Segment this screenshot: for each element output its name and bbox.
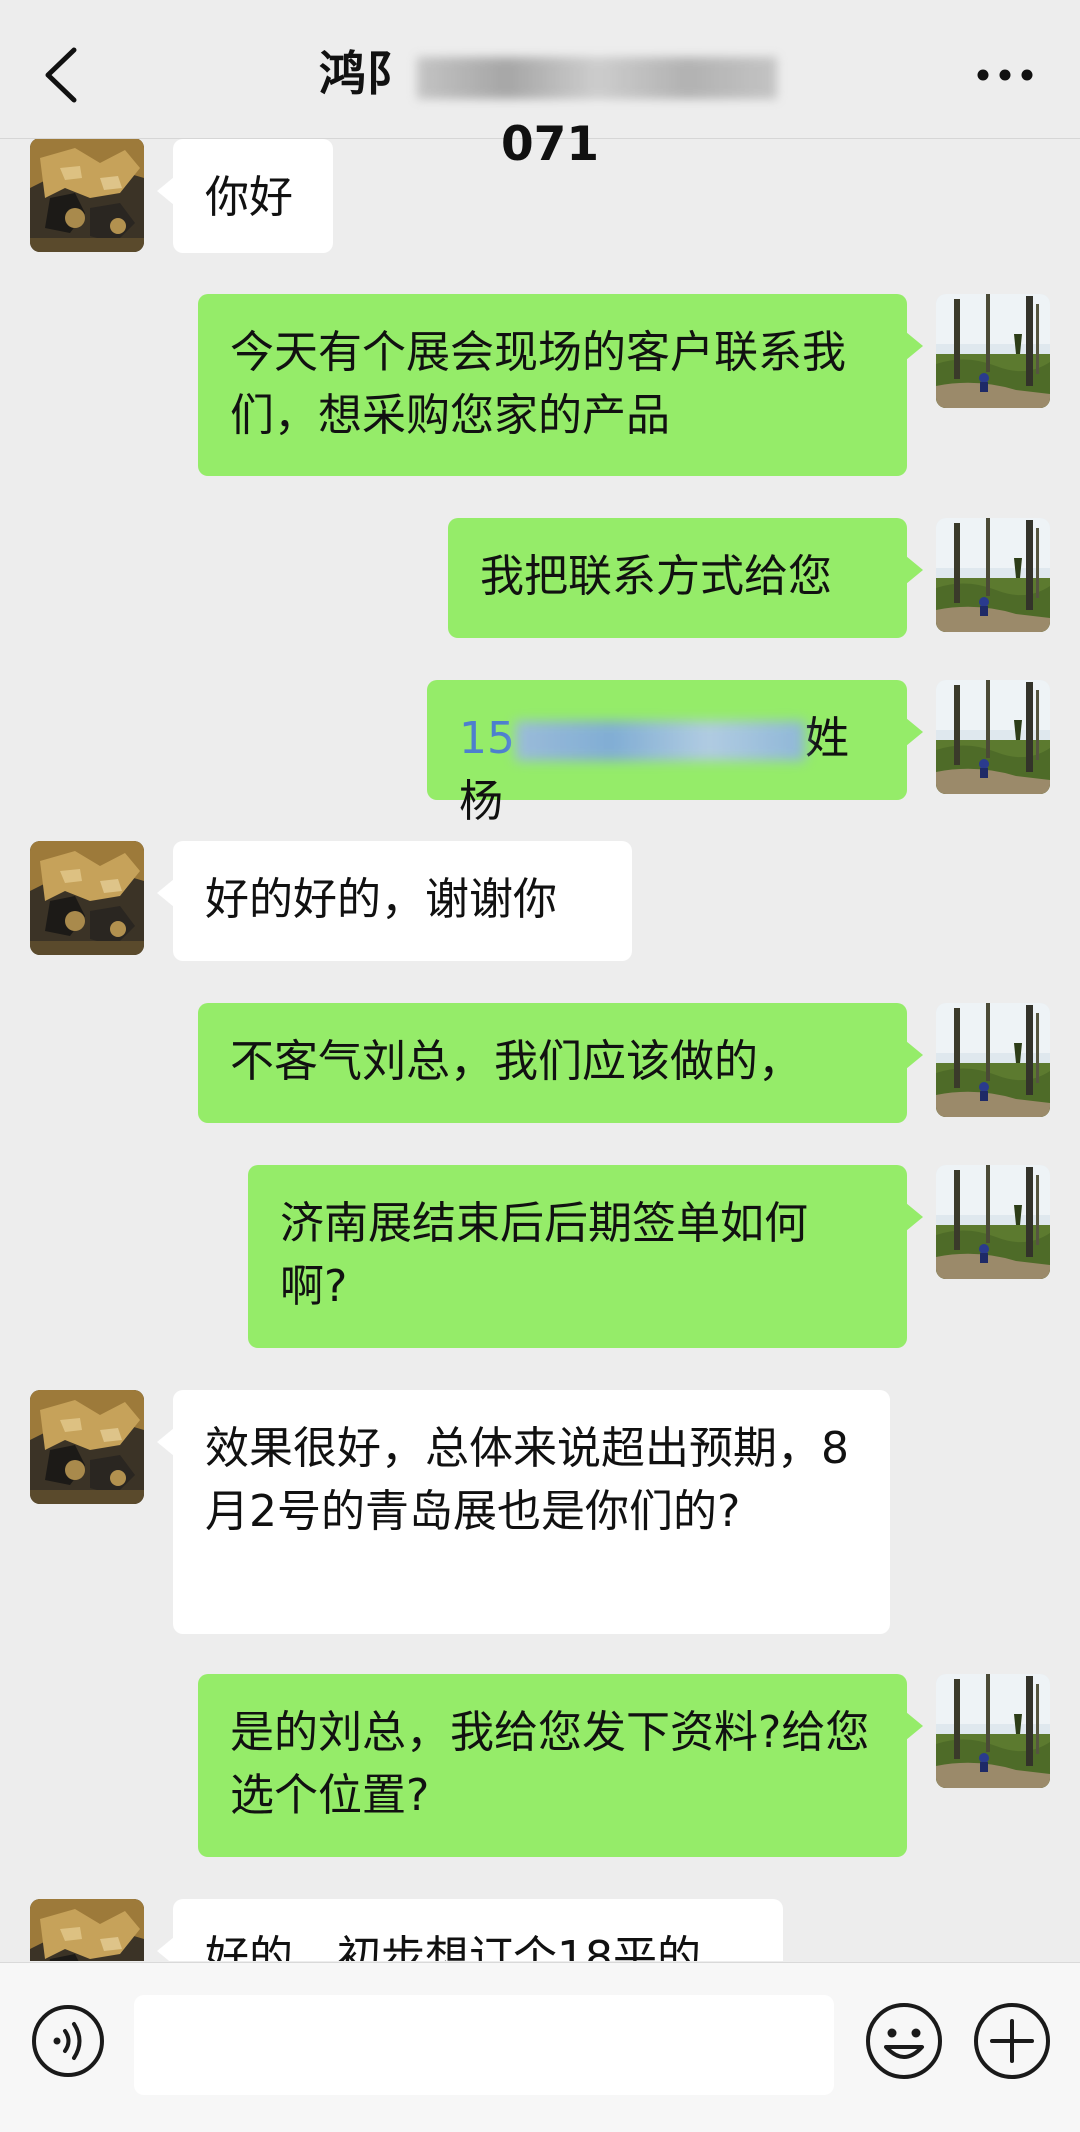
voice-icon[interactable] bbox=[30, 2003, 106, 2079]
message-incoming: 效果很好，总体来说超出预期，8月2号的青岛展也是你们的? bbox=[0, 1390, 1080, 1640]
message-bubble[interactable]: 济南展结束后后期签单如何啊? bbox=[248, 1165, 923, 1348]
chat-header: 鸿阝 071 bbox=[0, 0, 1080, 172]
chevron-left-icon[interactable] bbox=[36, 40, 86, 110]
phone-number-link[interactable]: 15 bbox=[459, 713, 515, 764]
message-incoming: 好的，初步想订个18平的 bbox=[0, 1899, 1080, 1961]
avatar[interactable] bbox=[936, 1003, 1050, 1117]
message-bubble[interactable]: 效果很好，总体来说超出预期，8月2号的青岛展也是你们的? bbox=[157, 1390, 890, 1634]
redacted-blur bbox=[515, 721, 805, 761]
message-outgoing: 今天有个展会现场的客户联系我们，想采购您家的产品 bbox=[0, 294, 1080, 479]
message-bubble[interactable]: 好的，初步想订个18平的 bbox=[157, 1899, 783, 1961]
message-outgoing: 不客气刘总，我们应该做的， bbox=[0, 1003, 1080, 1123]
chat-title-end: 071 bbox=[500, 117, 600, 172]
message-bubble[interactable]: 今天有个展会现场的客户联系我们，想采购您家的产品 bbox=[198, 294, 923, 476]
emoji-icon[interactable] bbox=[864, 2001, 944, 2081]
message-outgoing: 我把联系方式给您 bbox=[0, 518, 1080, 638]
message-incoming: 好的好的，谢谢你 bbox=[0, 841, 1080, 961]
chat-title-start: 鸿阝 bbox=[319, 47, 413, 102]
input-bar bbox=[0, 1962, 1080, 2132]
message-bubble[interactable]: 15 姓杨 bbox=[427, 680, 923, 827]
avatar[interactable] bbox=[30, 1390, 144, 1504]
avatar[interactable] bbox=[30, 139, 144, 252]
message-input[interactable] bbox=[134, 1995, 834, 2095]
redacted-blur bbox=[417, 56, 777, 99]
message-bubble[interactable]: 你好 bbox=[157, 139, 333, 253]
avatar[interactable] bbox=[936, 294, 1050, 408]
avatar[interactable] bbox=[30, 1899, 144, 1961]
message-outgoing: 济南展结束后后期签单如何啊? bbox=[0, 1165, 1080, 1350]
more-dots-icon[interactable] bbox=[970, 55, 1040, 95]
chat-messages[interactable]: 你好 今天有个展会现场的客户联系我们，想采购您家的产品 我把联系方式给您 15 姓… bbox=[0, 139, 1080, 1961]
message-bubble[interactable]: 我把联系方式给您 bbox=[448, 518, 923, 638]
message-bubble[interactable]: 不客气刘总，我们应该做的， bbox=[198, 1003, 923, 1123]
message-bubble[interactable]: 是的刘总，我给您发下资料?给您选个位置? bbox=[198, 1674, 923, 1857]
message-outgoing: 是的刘总，我给您发下资料?给您选个位置? bbox=[0, 1674, 1080, 1859]
message-bubble[interactable]: 好的好的，谢谢你 bbox=[157, 841, 632, 961]
avatar[interactable] bbox=[936, 518, 1050, 632]
avatar[interactable] bbox=[936, 1674, 1050, 1788]
avatar[interactable] bbox=[936, 680, 1050, 794]
plus-circle-icon[interactable] bbox=[972, 2001, 1052, 2081]
avatar[interactable] bbox=[30, 841, 144, 955]
avatar[interactable] bbox=[936, 1165, 1050, 1279]
chat-title: 鸿阝 071 bbox=[300, 40, 800, 172]
message-outgoing: 15 姓杨 bbox=[0, 680, 1080, 827]
